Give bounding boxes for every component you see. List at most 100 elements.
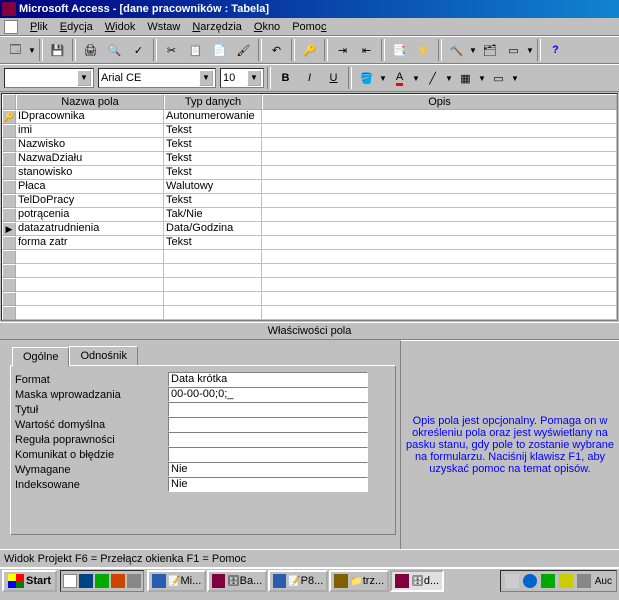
col-header-type[interactable]: Typ danych [164,94,262,110]
row-selector[interactable] [2,180,16,194]
cell-data-type[interactable]: Tekst [164,166,262,180]
bold-button[interactable]: B [274,67,297,89]
row-selector[interactable]: ▶ [2,222,16,236]
row-selector[interactable] [2,278,16,292]
task-word[interactable]: 📝Mi... [147,570,206,592]
table-row[interactable] [2,264,617,278]
prop-rule-value[interactable] [168,432,368,447]
ql-icon-4[interactable] [111,574,125,588]
row-selector[interactable] [2,264,16,278]
cell-data-type[interactable] [164,264,262,278]
cell-data-type[interactable] [164,292,262,306]
table-row[interactable] [2,250,617,264]
cut-button[interactable]: ✂ [160,39,183,61]
save-button[interactable]: 💾 [46,39,69,61]
start-button[interactable]: Start [2,570,57,592]
cell-data-type[interactable]: Tak/Nie [164,208,262,222]
prop-default-value[interactable] [168,417,368,432]
font-color-dropdown[interactable]: ▼ [412,74,420,83]
cell-data-type[interactable] [164,278,262,292]
select-all[interactable] [2,94,16,110]
cell-data-type[interactable] [164,306,262,320]
cell-field-name[interactable] [16,278,164,292]
task-db[interactable]: 🗄Ba... [207,570,267,592]
fill-color-button[interactable]: 🪣 [355,67,378,89]
prop-idx-value[interactable]: Nie [168,477,368,492]
prop-mask-value[interactable]: 00-00-00;0;_ [168,387,368,402]
cell-data-type[interactable]: Tekst [164,152,262,166]
cell-field-name[interactable]: IDpracownika [16,110,164,124]
document-icon[interactable] [4,20,18,34]
underline-button[interactable]: U [322,67,345,89]
ql-icon-3[interactable] [95,574,109,588]
cell-data-type[interactable]: Tekst [164,236,262,250]
cell-description[interactable] [262,124,617,138]
special-effect-dropdown[interactable]: ▼ [511,74,519,83]
format-painter-button[interactable]: 🖌 [232,39,255,61]
font-color-button[interactable]: A [388,67,411,89]
table-row[interactable]: ▶datazatrudnieniaData/Godzina [2,222,617,236]
table-row[interactable]: TelDoPracyTekst [2,194,617,208]
cell-field-name[interactable] [16,306,164,320]
cell-description[interactable] [262,138,617,152]
line-color-button[interactable]: ╱ [421,67,444,89]
cell-field-name[interactable]: imi [16,124,164,138]
tab-lookup[interactable]: Odnośnik [69,346,137,365]
col-header-name[interactable]: Nazwa pola [16,94,164,110]
table-row[interactable]: 🔑IDpracownikaAutonumerowanie [2,110,617,124]
view-button[interactable]: 🗔 [4,39,27,61]
delete-rows-button[interactable]: ⇤ [355,39,378,61]
fill-color-dropdown[interactable]: ▼ [379,74,387,83]
italic-button[interactable]: I [298,67,321,89]
menu-view[interactable]: Widok [99,21,142,33]
row-selector[interactable] [2,166,16,180]
cell-data-type[interactable]: Tekst [164,124,262,138]
cell-field-name[interactable] [16,292,164,306]
cell-description[interactable] [262,292,617,306]
ql-icon-1[interactable] [63,574,77,588]
db-window-button[interactable]: 🗂 [478,39,501,61]
cell-description[interactable] [262,278,617,292]
menu-insert[interactable]: Wstaw [141,21,186,33]
row-selector[interactable] [2,194,16,208]
indexes-button[interactable]: ⚡ [412,39,435,61]
row-selector[interactable] [2,208,16,222]
ql-icon-5[interactable] [127,574,141,588]
cell-description[interactable] [262,236,617,250]
print-button[interactable]: 🖨 [79,39,102,61]
prop-msg-value[interactable] [168,447,368,462]
table-row[interactable] [2,306,617,320]
cell-data-type[interactable]: Autonumerowanie [164,110,262,124]
row-selector[interactable] [2,250,16,264]
copy-button[interactable]: 📋 [184,39,207,61]
col-header-desc[interactable]: Opis [262,94,617,110]
task-trz[interactable]: 📁trz... [329,570,389,592]
prop-format-value[interactable]: Data krótka [168,372,368,387]
table-row[interactable]: NazwiskoTekst [2,138,617,152]
cell-field-name[interactable]: potrącenia [16,208,164,222]
new-object-dropdown[interactable]: ▼ [526,46,534,55]
tray-icon-4[interactable] [559,574,573,588]
size-combo[interactable]: 10▼ [220,68,264,88]
gridlines-dropdown[interactable]: ▼ [478,74,486,83]
key-button[interactable]: 🔑 [298,39,321,61]
table-row[interactable]: imiTekst [2,124,617,138]
spell-button[interactable]: ✓ [127,39,150,61]
paste-button[interactable]: 📄 [208,39,231,61]
task-d[interactable]: 🗄d... [390,570,444,592]
new-object-button[interactable]: ▭ [502,39,525,61]
tab-general[interactable]: Ogólne [12,347,69,367]
table-row[interactable]: potrąceniaTak/Nie [2,208,617,222]
cell-description[interactable] [262,306,617,320]
cell-description[interactable] [262,250,617,264]
cell-field-name[interactable]: NazwaDziału [16,152,164,166]
table-row[interactable]: NazwaDziałuTekst [2,152,617,166]
prop-req-value[interactable]: Nie [168,462,368,477]
line-color-dropdown[interactable]: ▼ [445,74,453,83]
table-row[interactable]: PłacaWalutowy [2,180,617,194]
undo-button[interactable]: ↶ [265,39,288,61]
menu-tools[interactable]: Narzędzia [186,21,248,33]
cell-data-type[interactable]: Tekst [164,194,262,208]
cell-description[interactable] [262,208,617,222]
insert-rows-button[interactable]: ⇥ [331,39,354,61]
